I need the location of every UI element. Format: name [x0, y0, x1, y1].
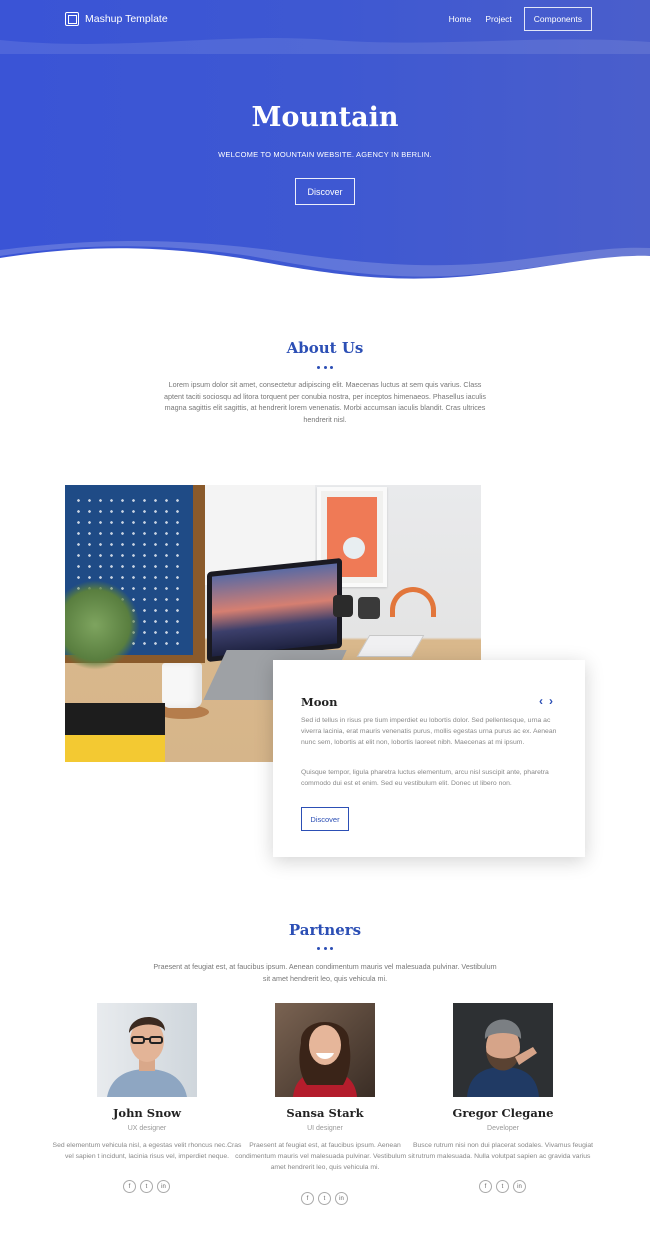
nav-menu: Home Project Components — [442, 7, 592, 31]
partner-role: Developer — [487, 1125, 519, 1132]
about-dots — [317, 366, 333, 370]
avatar — [97, 1003, 197, 1097]
facebook-icon[interactable]: f — [301, 1192, 314, 1205]
avatar — [275, 1003, 375, 1097]
headphones — [390, 587, 436, 617]
phone — [356, 635, 425, 657]
hero-subtitle: WELCOME TO MOUNTAIN WEBSITE. AGENCY IN B… — [218, 150, 432, 159]
nav-project[interactable]: Project — [478, 8, 518, 30]
partner-name: Sansa Stark — [286, 1106, 364, 1120]
camera-lens — [358, 597, 380, 619]
plant — [65, 580, 140, 670]
partner-role: UI designer — [307, 1125, 343, 1132]
partner-text: Sed elementum vehicula nisl, a egestas v… — [52, 1142, 242, 1160]
card-arrows: ‹ › — [539, 694, 553, 708]
hero-section: Mashup Template Home Project Components … — [0, 0, 650, 300]
card-paragraph-1: Sed id tellus in risus pre tium imperdie… — [301, 717, 557, 747]
partners-text: Praesent at feugiat est, at faucibus ips… — [153, 962, 497, 983]
twitter-icon[interactable]: t — [318, 1192, 331, 1205]
hero-bottom-wave — [0, 240, 650, 300]
avatar-sansa-image — [275, 1003, 375, 1097]
avatar-john-image — [97, 1003, 197, 1097]
brand-name: Mashup Template — [85, 13, 168, 25]
camera-lens — [333, 595, 353, 617]
mug — [162, 663, 202, 708]
partners-dots — [317, 947, 333, 951]
facebook-icon[interactable]: f — [123, 1180, 136, 1193]
about-text: Lorem ipsum dolor sit amet, consectetur … — [163, 380, 487, 424]
avatar-gregor-image — [453, 1003, 553, 1097]
partner-text: Praesent at feugiat est, at faucibus ips… — [235, 1142, 415, 1171]
partner-name: John Snow — [112, 1106, 182, 1120]
partner-text: Busce rutrum nisi non dui placerat sodal… — [412, 1142, 594, 1160]
chevron-right-icon[interactable]: › — [549, 694, 553, 708]
nav-components[interactable]: Components — [523, 7, 592, 31]
twitter-icon[interactable]: t — [140, 1180, 153, 1193]
moon-card: Moon ‹ › Sed id tellus in risus pre tium… — [273, 660, 585, 857]
linkedin-icon[interactable]: in — [157, 1180, 170, 1193]
brand[interactable]: Mashup Template — [65, 10, 168, 28]
linkedin-icon[interactable]: in — [513, 1180, 526, 1193]
logo-icon — [65, 12, 79, 26]
social-links: f t in — [123, 1180, 170, 1193]
card-discover-button[interactable]: Discover — [301, 807, 349, 831]
linkedin-icon[interactable]: in — [335, 1192, 348, 1205]
social-links: f t in — [479, 1180, 526, 1193]
about-title: About Us — [286, 339, 364, 357]
nav-home[interactable]: Home — [442, 8, 479, 30]
poster-circle — [343, 537, 365, 559]
chevron-left-icon[interactable]: ‹ — [539, 694, 543, 708]
card-title: Moon — [301, 695, 338, 709]
partners-title: Partners — [288, 921, 362, 939]
partner-name: Gregor Clegane — [452, 1106, 554, 1120]
partner-role: UX designer — [127, 1125, 167, 1132]
avatar — [453, 1003, 553, 1097]
facebook-icon[interactable]: f — [479, 1180, 492, 1193]
social-links: f t in — [301, 1192, 348, 1205]
card-paragraph-2: Quisque tempor, ligula pharetra luctus e… — [301, 769, 549, 788]
laptop-display — [212, 563, 337, 657]
laptop-screen — [207, 557, 342, 663]
twitter-icon[interactable]: t — [496, 1180, 509, 1193]
hero-title: Mountain — [251, 102, 399, 133]
discover-button[interactable]: Discover — [295, 178, 355, 205]
book-yellow — [65, 735, 165, 762]
hero-top-wave — [0, 38, 650, 54]
